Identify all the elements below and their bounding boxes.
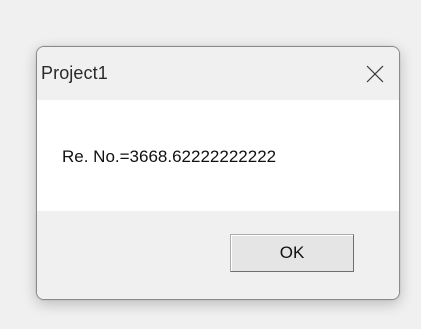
message-text: Re. No.=3668.62222222222 (62, 147, 277, 166)
close-icon (366, 65, 384, 82)
title-bar[interactable]: Project1 (37, 47, 399, 100)
message-box-dialog: Project1 Re. No.=3668.62222222222 OK (36, 46, 400, 300)
dialog-title: Project1 (41, 63, 108, 83)
ok-button[interactable]: OK (230, 234, 354, 272)
close-button[interactable] (351, 47, 399, 100)
button-area: OK (37, 211, 399, 299)
message-area: Re. No.=3668.62222222222 (37, 100, 399, 211)
desktop-background: Project1 Re. No.=3668.62222222222 OK (0, 0, 421, 329)
